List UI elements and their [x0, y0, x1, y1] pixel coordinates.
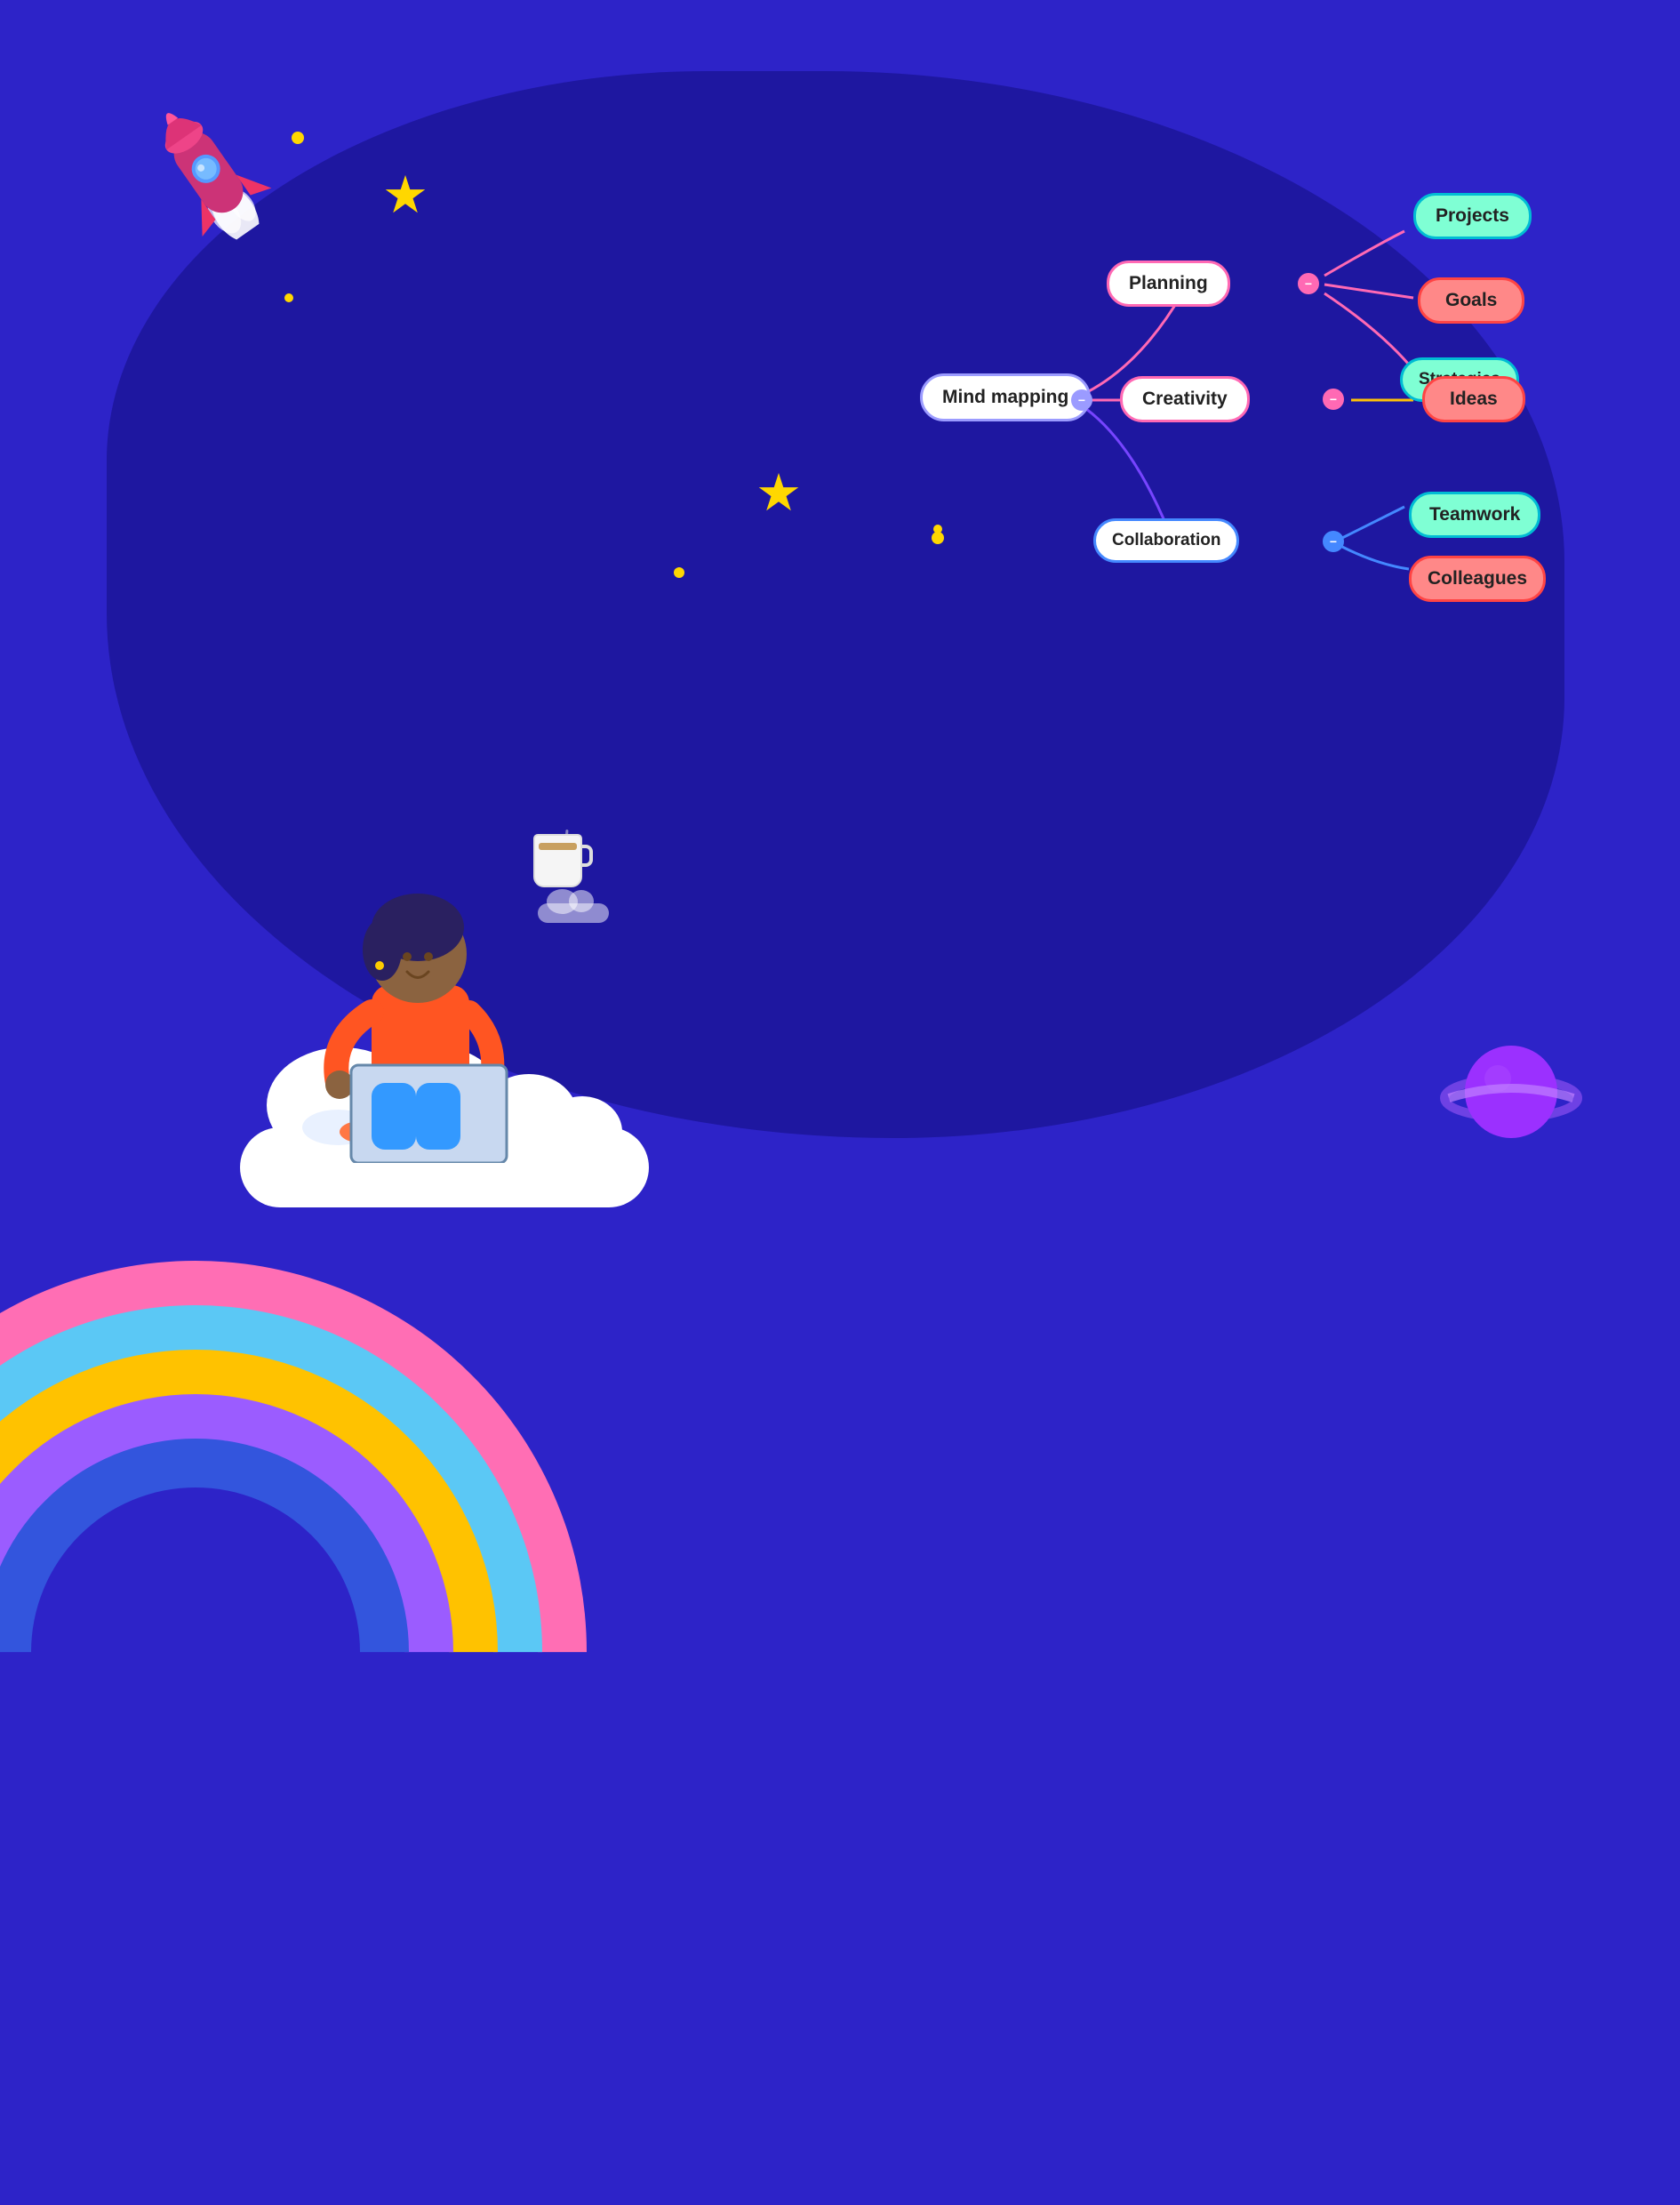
node-teamwork: Teamwork — [1409, 492, 1540, 538]
node-planning: Planning — [1107, 261, 1230, 307]
node-goals: Goals — [1418, 277, 1524, 324]
planning-connector-dot: − — [1298, 273, 1319, 294]
node-colleagues: Colleagues — [1409, 556, 1546, 602]
dot-deco-1 — [292, 132, 304, 144]
node-mind-mapping: Mind mapping — [920, 373, 1091, 421]
creativity-connector-dot: − — [1323, 389, 1344, 410]
node-ideas: Ideas — [1422, 376, 1525, 422]
node-projects: Projects — [1413, 193, 1532, 239]
node-collaboration: Collaboration — [1093, 518, 1239, 563]
collaboration-connector-dot: − — [1323, 531, 1344, 552]
dot-deco-3 — [674, 567, 684, 578]
mindmap-container: Mind mapping − Planning − Creativity − C… — [907, 138, 1636, 662]
star-large-1: ★ — [382, 164, 428, 225]
center-connector-dot: − — [1071, 389, 1092, 411]
node-creativity: Creativity — [1120, 376, 1250, 422]
person-illustration — [267, 781, 551, 1163]
star-large-2: ★ — [756, 462, 802, 523]
dot-deco-2 — [284, 293, 293, 302]
planet-saturn — [1440, 1034, 1582, 1154]
